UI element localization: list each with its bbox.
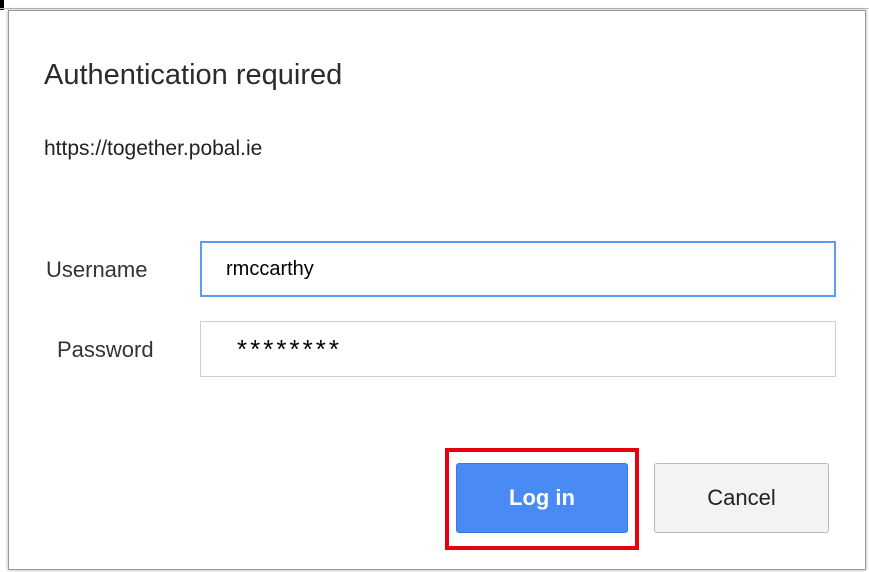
username-label: Username — [46, 257, 148, 282]
password-input[interactable] — [200, 321, 836, 377]
auth-dialog: Authentication required https://together… — [8, 10, 866, 570]
page-divider — [0, 8, 869, 9]
dialog-title: Authentication required — [44, 59, 343, 91]
site-origin: https://together.pobal.ie — [44, 137, 263, 160]
login-button[interactable]: Log in — [456, 463, 628, 533]
password-label: Password — [57, 337, 154, 362]
cancel-button[interactable]: Cancel — [654, 463, 829, 533]
screenshot-stage: Authentication required https://together… — [0, 0, 869, 572]
username-input[interactable] — [200, 241, 836, 297]
